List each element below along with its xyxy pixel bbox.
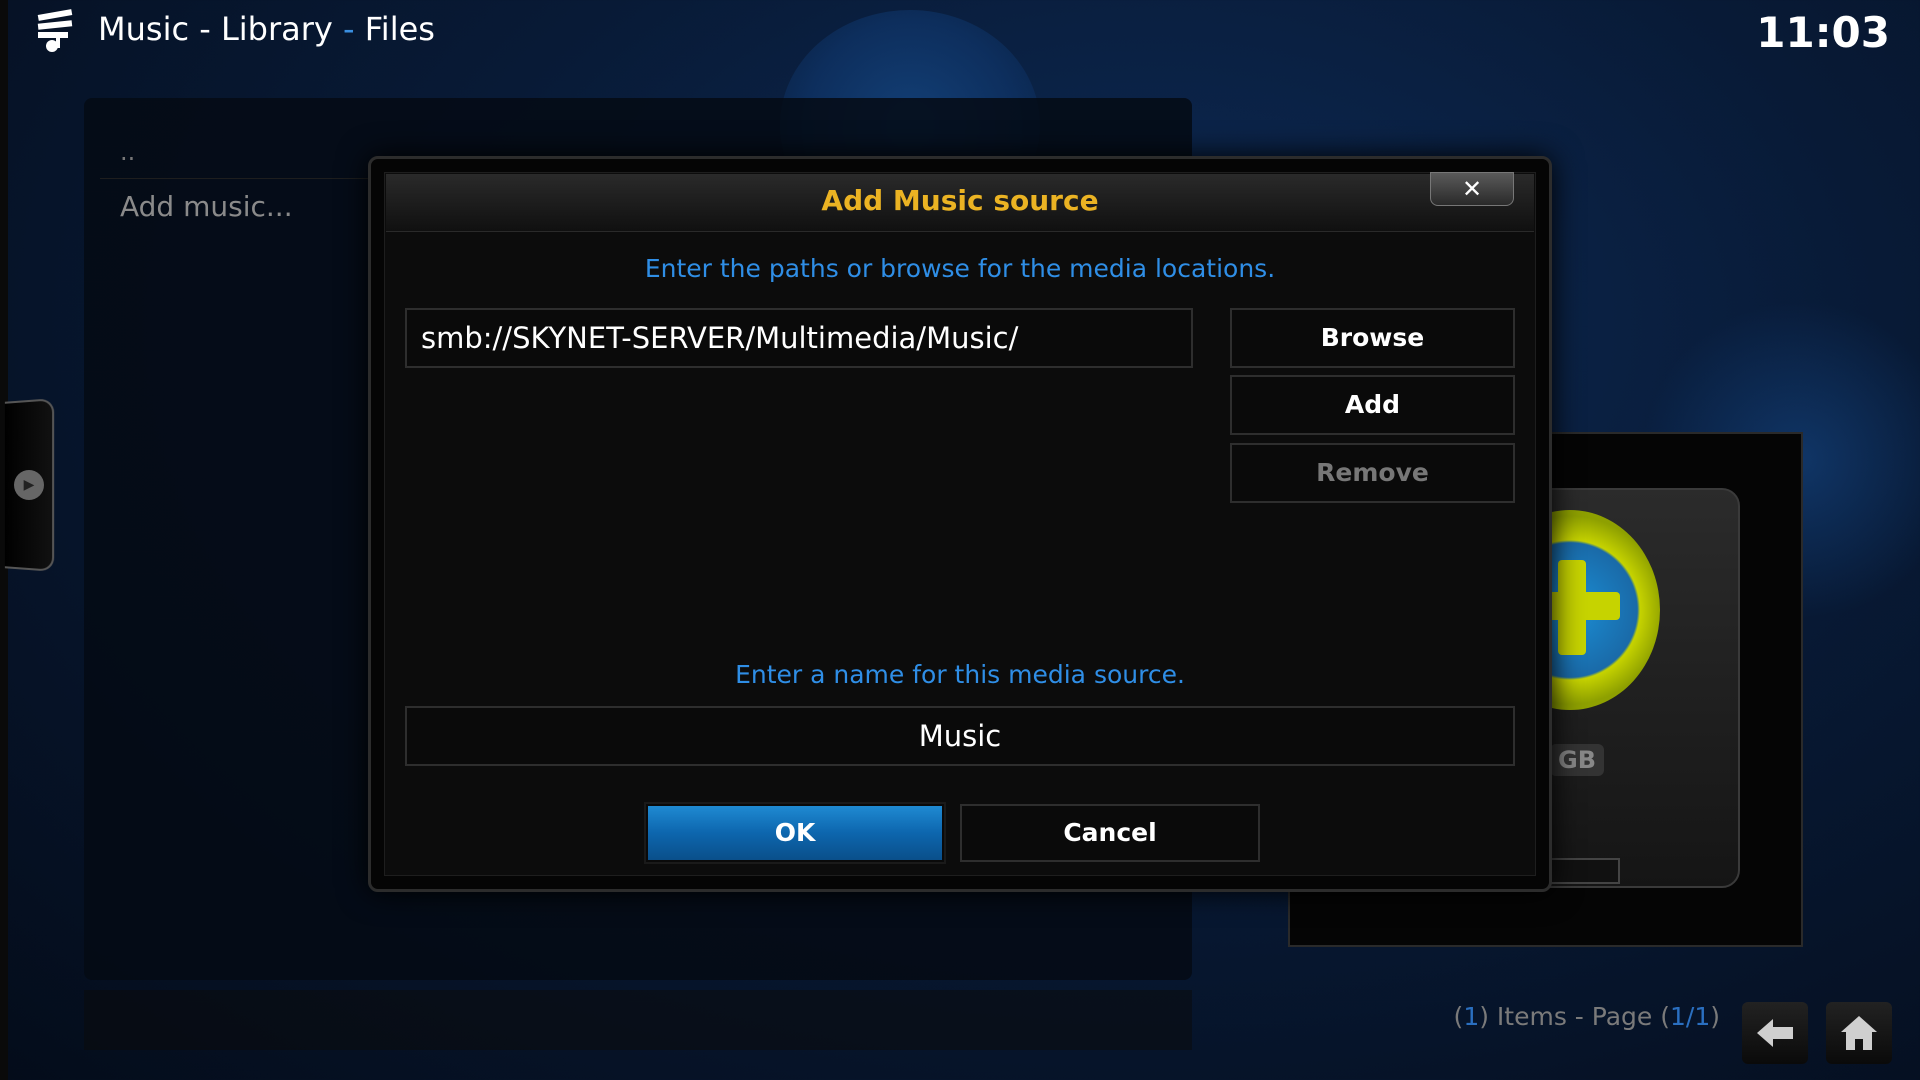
- list-divider: [100, 178, 370, 179]
- page-number: 1/1: [1670, 1002, 1711, 1031]
- items-mid-text: ) Items - Page (: [1479, 1002, 1670, 1031]
- music-library-icon: [37, 9, 73, 52]
- list-item-add-music[interactable]: Add music...: [120, 190, 293, 223]
- items-page-info: (1) Items - Page (1/1): [1454, 1002, 1720, 1031]
- source-path-entry[interactable]: smb://SKYNET-SERVER/Multimedia/Music/: [405, 308, 1193, 368]
- close-button[interactable]: ✕: [1430, 172, 1514, 206]
- clock: 11:03: [1756, 8, 1890, 57]
- back-button[interactable]: [1742, 1002, 1808, 1064]
- title-section: Music - Library: [98, 10, 333, 48]
- title-subsection: Files: [364, 10, 435, 48]
- title-separator: -: [332, 10, 365, 48]
- items-open-paren: (: [1453, 1002, 1464, 1031]
- page-title: Music - Library - Files: [98, 10, 435, 48]
- list-item-parent-folder[interactable]: ..: [120, 138, 135, 166]
- home-button[interactable]: [1826, 1002, 1892, 1064]
- drive-capacity-label: GB: [1550, 744, 1604, 776]
- cancel-button[interactable]: Cancel: [960, 804, 1260, 862]
- add-button[interactable]: Add: [1230, 375, 1515, 435]
- source-name-field[interactable]: Music: [405, 706, 1515, 766]
- home-icon: [1841, 1016, 1877, 1050]
- remove-button[interactable]: Remove: [1230, 443, 1515, 503]
- dialog-title: Add Music source: [821, 184, 1099, 217]
- back-arrow-icon: [1757, 1019, 1793, 1047]
- items-close-paren: ): [1710, 1002, 1720, 1031]
- items-count: 1: [1463, 1002, 1480, 1031]
- plus-bar-vertical: [1558, 560, 1586, 655]
- paths-hint: Enter the paths or browse for the media …: [644, 254, 1276, 283]
- ok-button[interactable]: OK: [646, 804, 944, 862]
- footer-bar: [84, 990, 1192, 1050]
- play-arrow-icon[interactable]: ▶: [14, 470, 44, 500]
- name-hint: Enter a name for this media source.: [735, 660, 1185, 689]
- browse-button[interactable]: Browse: [1230, 308, 1515, 368]
